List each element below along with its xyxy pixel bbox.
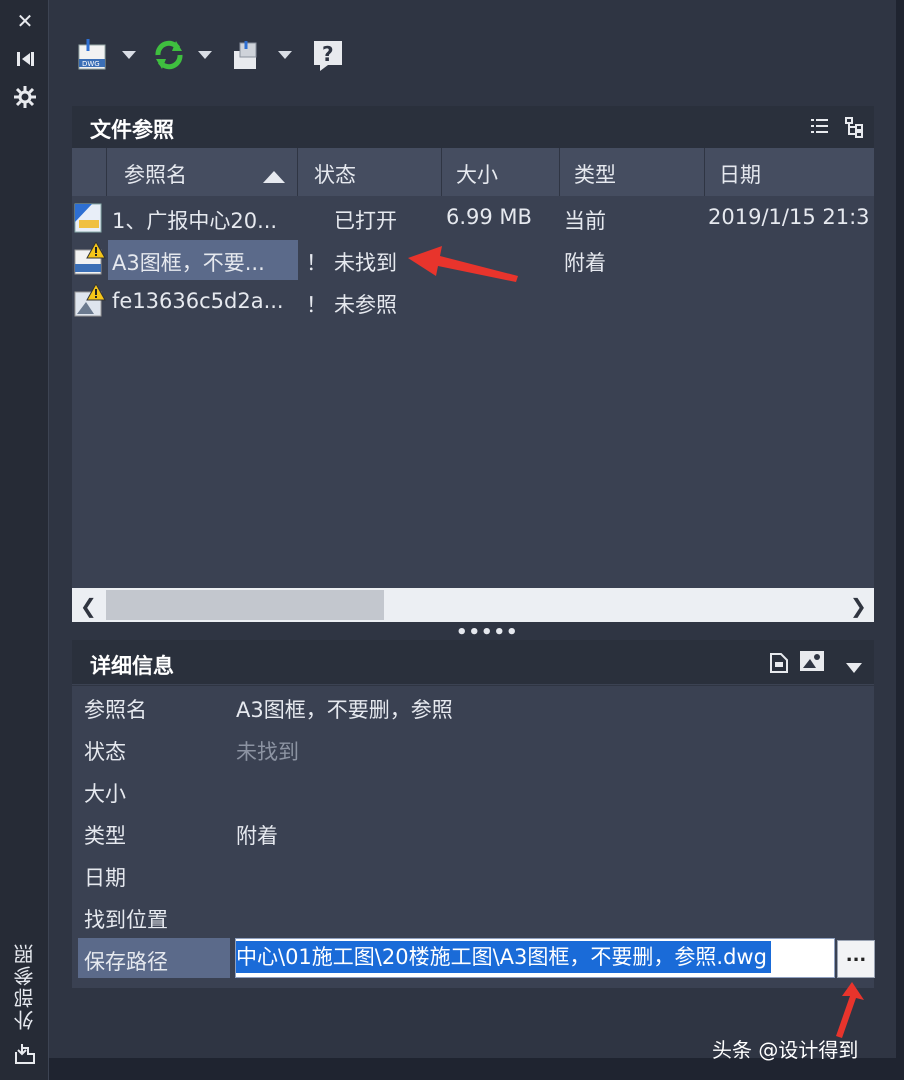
detail-value-status: 未找到 [236, 740, 299, 764]
ref-date: 2019/1/15 21:3 [708, 205, 870, 229]
properties-gear-icon[interactable] [12, 84, 38, 110]
ref-size: 6.99 MB [446, 205, 532, 229]
chevron-down-icon[interactable] [846, 658, 862, 677]
chevron-down-icon[interactable] [122, 51, 136, 59]
column-header-name[interactable]: 参照名 [107, 148, 298, 196]
column-header-status[interactable]: 状态 [298, 148, 442, 196]
chevron-down-icon[interactable] [278, 51, 292, 59]
file-references-header: 文件参照 [72, 106, 874, 149]
column-header-label: 日期 [719, 163, 761, 187]
ref-name: fe13636c5d2a... [112, 289, 284, 313]
icon-column-header [72, 148, 107, 196]
palette-title-strip: ✕ 外部参照 [0, 0, 49, 1080]
file-reference-list[interactable]: 参照名 状态 大小 类型 日期 1、广报中心20... 已打开 6.99 MB … [72, 148, 874, 588]
ref-name: A3图框，不要... [112, 251, 265, 275]
tree-view-icon[interactable] [844, 116, 866, 142]
refresh-icon [152, 39, 186, 71]
column-header-label: 大小 [456, 163, 498, 187]
ref-status: 未找到 [334, 251, 397, 275]
details-title: 详细信息 [90, 654, 174, 678]
scroll-left-icon[interactable]: ❮ [80, 594, 97, 618]
column-header-size[interactable]: 大小 [442, 148, 560, 196]
missing-flag: ！ [306, 293, 327, 317]
details-header: 详细信息 [72, 640, 874, 685]
svg-text:?: ? [322, 42, 334, 66]
list-view-icon[interactable] [810, 116, 830, 140]
detail-label-found-at: 找到位置 [84, 908, 168, 932]
detail-label-saved-path: 保存路径 [84, 950, 168, 974]
dwg-warning-icon [74, 240, 106, 280]
detail-value-ref-name: A3图框，不要删，参照 [236, 698, 453, 722]
detail-value-type: 附着 [236, 824, 278, 848]
horizontal-scrollbar[interactable]: ❮ ❯ [72, 588, 874, 622]
detail-label-date: 日期 [84, 866, 126, 890]
detail-label-size: 大小 [84, 782, 126, 806]
scrollbar-thumb[interactable] [106, 590, 384, 620]
column-header-label: 参照名 [124, 163, 187, 187]
attach-dwg-button[interactable]: DWG [76, 38, 136, 72]
path-icon [232, 39, 266, 71]
saved-path-text: 中心\01施工图\20楼施工图\A3图框，不要删，参照.dwg [236, 941, 771, 973]
dwg-attach-icon: DWG [76, 39, 110, 71]
change-path-button[interactable] [232, 38, 292, 72]
preview-icon[interactable] [799, 650, 825, 676]
refresh-button[interactable] [152, 38, 212, 72]
ref-type: 当前 [564, 209, 606, 233]
pane-splitter[interactable]: ••••• [72, 622, 874, 643]
table-row[interactable]: fe13636c5d2a... ！ 未参照 [72, 282, 874, 322]
sort-ascending-icon [263, 168, 285, 187]
column-header-type[interactable]: 类型 [560, 148, 705, 196]
autohide-icon[interactable] [12, 46, 38, 72]
help-button[interactable]: ? [312, 38, 346, 72]
ref-name: 1、广报中心20... [112, 209, 278, 233]
detail-label-status: 状态 [84, 740, 126, 764]
palette-tab-icon[interactable] [12, 1040, 38, 1066]
annotation-arrow [836, 982, 864, 1038]
dwg-file-icon [74, 202, 104, 238]
table-row[interactable]: 1、广报中心20... 已打开 6.99 MB 当前 2019/1/15 21:… [72, 198, 874, 238]
column-header-label: 类型 [574, 163, 616, 187]
chevron-down-icon[interactable] [198, 51, 212, 59]
ref-status: 已打开 [334, 209, 397, 233]
column-header-date[interactable]: 日期 [705, 148, 874, 196]
file-references-title: 文件参照 [90, 118, 174, 142]
details-view-icon[interactable] [768, 652, 790, 678]
ref-type: 附着 [564, 251, 606, 275]
annotation-arrow [408, 246, 518, 282]
close-icon[interactable]: ✕ [12, 8, 38, 34]
detail-label-type: 类型 [84, 824, 126, 848]
image-warning-icon [74, 282, 106, 322]
drawing-background-edge [896, 0, 904, 1080]
scroll-right-icon[interactable]: ❯ [850, 594, 867, 618]
ref-status: 未参照 [334, 293, 397, 317]
help-icon: ? [312, 39, 346, 71]
palette-title: 外部参照 [13, 942, 37, 1030]
column-header-label: 状态 [314, 163, 356, 187]
saved-path-input[interactable]: 中心\01施工图\20楼施工图\A3图框，不要删，参照.dwg [235, 938, 835, 978]
detail-label-ref-name: 参照名 [84, 698, 147, 722]
browse-button[interactable]: ... [837, 940, 875, 978]
svg-text:DWG: DWG [82, 60, 100, 68]
missing-flag: ！ [306, 251, 327, 275]
watermark: 头条 @设计得到 [712, 1038, 859, 1062]
